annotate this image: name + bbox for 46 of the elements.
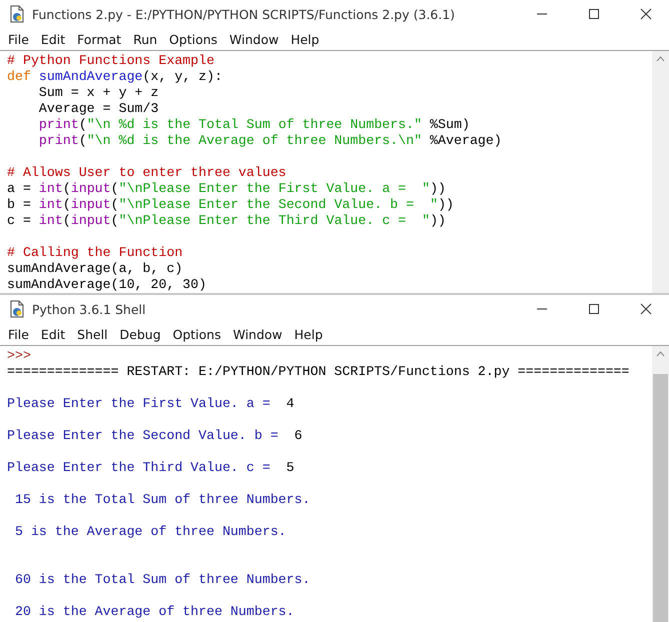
output-line: Please Enter the First Value. a = 4 [7,396,296,412]
code-line: sumAndAverage(10, 20, 30) [7,277,208,293]
code-line: c = int(input("\nPlease Enter the Third Value. c = ")) [7,213,447,229]
code-line: a = int(input("\nPlease Enter the First Value. a = ")) [7,181,447,197]
code-line: Sum = x + y + z [38,85,160,101]
menu-item[interactable]: Edit [34,326,72,342]
output-line: Please Enter the Second Value. b = 6 [7,428,304,444]
code-line: # Allows User to enter three values [7,165,288,181]
menu-item[interactable]: Window [226,326,288,342]
output-line: >>> [7,348,32,364]
code-line: Average = Sum/3 [38,101,160,117]
maximize-icon [588,303,600,315]
python-file-icon [8,5,26,23]
scrollbar[interactable] [652,346,669,622]
window-title: Functions 2.py - E:/PYTHON/PYTHON SCRIPTS/Functions 2.py (3.6.1) [32,6,455,22]
code-line: # Calling the Function [7,245,184,261]
code-line: print("\n %d is the Average of three Numbers.\n" %Average) [38,133,503,149]
menu-item[interactable]: Options [166,326,227,342]
code-line: b = int(input("\nPlease Enter the Second Value. b = ")) [7,197,455,213]
menu-item[interactable]: Options [163,32,224,46]
menu-item[interactable]: File [2,326,35,342]
menu-item[interactable]: File [2,32,35,46]
output-line: 60 is the Total Sum of three Numbers. [14,572,312,588]
code-line: def sumAndAverage(x, y, z): [7,69,224,85]
menu-item[interactable]: Run [127,32,164,46]
menu-item[interactable]: Help [284,32,326,46]
output-line: Please Enter the Third Value. c = 5 [7,460,296,476]
menu-item[interactable]: Help [288,326,329,342]
menu-item[interactable]: Debug [114,326,167,342]
code-line: print("\n %d is the Total Sum of three Numbers." %Sum) [38,117,471,133]
maximize-icon [588,8,600,20]
code-line: sumAndAverage(a, b, c) [7,261,184,277]
output-line: 5 is the Average of three Numbers. [14,524,288,540]
output-line: 15 is the Total Sum of three Numbers. [14,492,312,508]
menu-item[interactable]: Edit [34,32,72,46]
output-line: 20 is the Average of three Numbers. [14,604,296,620]
close-icon [640,303,652,315]
close-icon [640,8,652,20]
output-line: ============== RESTART: E:/PYTHON/PYTHON SCRIPTS/Functions 2.py ============== [7,364,630,380]
python-file-icon [8,300,26,318]
scrollbar[interactable] [652,51,669,293]
code-line: # Python Functions Example [7,53,216,69]
menu-item[interactable]: Shell [71,326,114,342]
window-title: Python 3.6.1 Shell [32,302,146,316]
menu-item[interactable]: Format [71,32,128,46]
menu-item[interactable]: Window [223,32,285,46]
